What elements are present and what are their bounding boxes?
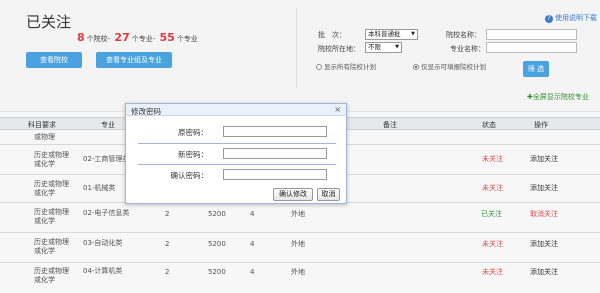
major-name-input[interactable]: [486, 42, 577, 53]
view-schools-button[interactable]: 查看院校: [26, 52, 82, 68]
confirm-change-button[interactable]: 确认修改: [273, 188, 313, 201]
help-download-link[interactable]: ? 使用说明下载: [545, 13, 597, 23]
page-title: 已关注: [26, 13, 72, 31]
new-password-input[interactable]: [223, 148, 327, 159]
close-icon[interactable]: ×: [334, 105, 341, 114]
batch-label: 批 次：: [318, 31, 346, 39]
question-icon: ?: [545, 15, 553, 23]
radio-icon: [316, 64, 322, 70]
change-password-dialog: 修改密码 × 原密码： 新密码： 确认密码： 确认修改 取消: [125, 103, 347, 204]
old-password-input[interactable]: [223, 126, 327, 137]
old-password-label: 原密码：: [178, 128, 208, 137]
fullscreen-link[interactable]: ✚全屏显示院校专业: [527, 92, 589, 102]
divider: [296, 8, 297, 88]
dropdown-arrow-icon: ▼: [395, 44, 399, 50]
major-count-2: 55: [159, 31, 175, 44]
divider: [138, 164, 336, 165]
view-majors-button[interactable]: 查看专业组及专业: [96, 52, 172, 68]
filter-button[interactable]: 筛 选: [523, 61, 549, 77]
dialog-title: 修改密码: [131, 107, 161, 116]
radio-selected-icon: [413, 64, 419, 70]
confirm-password-label: 确认密码：: [170, 171, 209, 180]
school-count: 8: [77, 31, 85, 44]
batch-select[interactable]: 本科普通批 ▼: [365, 29, 418, 40]
dialog-header: 修改密码 ×: [126, 104, 346, 116]
follow-counts: 8 个院校- 27 个专业- 55 个专业: [77, 31, 198, 44]
dropdown-arrow-icon: ▼: [411, 31, 415, 37]
divider: [138, 143, 336, 144]
school-name-label: 院校名称：: [446, 31, 481, 39]
radio-show-all[interactable]: 显示所有院校计划: [316, 61, 376, 71]
cancel-button[interactable]: 取消: [317, 188, 340, 201]
new-password-label: 新密码：: [178, 150, 208, 159]
location-label: 院校所在地：: [318, 45, 360, 53]
location-select[interactable]: 不限 ▼: [365, 42, 402, 53]
school-name-input[interactable]: [486, 29, 577, 40]
major-count: 27: [114, 31, 130, 44]
radio-show-fillable[interactable]: 仅显示可填报院校计划: [413, 61, 486, 71]
major-name-label: 专业名称：: [450, 45, 485, 53]
top-panel: 已关注 8 个院校- 27 个专业- 55 个专业 查看院校 查看专业组及专业 ? 使用…: [0, 0, 600, 112]
confirm-password-input[interactable]: [223, 169, 327, 180]
